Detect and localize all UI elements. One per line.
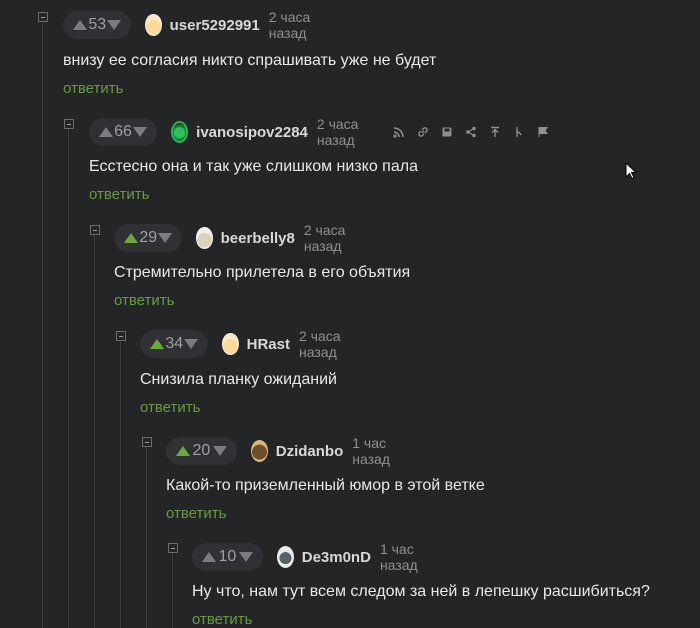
comment-header: 53 user5292991 2 часа назад — [63, 9, 330, 41]
username[interactable]: Dzidanbo — [276, 443, 344, 460]
avatar[interactable] — [171, 121, 189, 143]
link-tree-icon[interactable] — [387, 125, 411, 139]
timestamp[interactable]: 2 часа назад — [304, 222, 365, 254]
jump-up-icon[interactable] — [483, 125, 507, 139]
downvote-icon[interactable] — [107, 20, 122, 30]
score: 10 — [218, 548, 237, 565]
thread-line[interactable] — [146, 444, 147, 628]
collapse-toggle[interactable] — [64, 119, 74, 129]
collapse-toggle[interactable] — [142, 437, 152, 447]
vote-widget: 20 — [166, 437, 237, 465]
avatar[interactable] — [250, 440, 268, 462]
comment-header: 10 De3m0nD 1 час назад — [192, 541, 438, 573]
reply-link[interactable]: ответить — [192, 611, 252, 628]
username[interactable]: De3m0nD — [302, 549, 371, 566]
downvote-icon[interactable] — [158, 233, 173, 243]
username[interactable]: beerbelly8 — [221, 230, 295, 247]
upvote-icon[interactable] — [150, 339, 164, 349]
vote-widget: 10 — [192, 543, 263, 571]
downvote-icon[interactable] — [212, 446, 227, 456]
save-icon[interactable] — [435, 125, 459, 139]
comment-text: Ну что, нам тут всем следом за ней в леп… — [192, 583, 650, 600]
thread-line[interactable] — [42, 19, 43, 628]
avatar[interactable] — [196, 227, 213, 249]
comments-thread: 53 user5292991 2 часа назад внизу ее сог… — [0, 0, 700, 628]
comment-header: 20 Dzidanbo 1 час назад — [166, 435, 410, 467]
timestamp[interactable]: 2 часа назад — [269, 9, 330, 41]
timestamp[interactable]: 1 час назад — [352, 435, 410, 467]
comment-header: 66 ivanosipov2284 2 часа назад — [89, 116, 555, 148]
collapse-toggle[interactable] — [116, 331, 126, 341]
comment-tools — [387, 125, 555, 139]
vote-widget: 66 — [89, 118, 158, 146]
vote-widget: 34 — [140, 330, 209, 358]
timestamp[interactable]: 2 часа назад — [317, 116, 378, 148]
timestamp[interactable]: 2 часа назад — [299, 328, 360, 360]
downvote-icon[interactable] — [184, 339, 199, 349]
vote-widget: 29 — [114, 224, 183, 252]
vote-widget: 53 — [63, 11, 132, 39]
upvote-icon[interactable] — [202, 552, 216, 562]
collapse-toggle[interactable] — [38, 12, 48, 22]
reply-link[interactable]: ответить — [89, 186, 149, 203]
comment-header: 29 beerbelly8 2 часа назад — [114, 222, 365, 254]
username[interactable]: user5292991 — [170, 17, 260, 34]
avatar[interactable] — [145, 14, 162, 36]
score: 20 — [192, 442, 211, 459]
comment-text: внизу ее согласия никто спрашивать уже н… — [63, 52, 437, 69]
reply-link[interactable]: ответить — [63, 80, 123, 97]
thread-line[interactable] — [172, 550, 173, 628]
score: 34 — [165, 335, 184, 352]
avatar[interactable] — [276, 546, 294, 568]
thread-line[interactable] — [120, 338, 121, 628]
upvote-icon[interactable] — [124, 233, 138, 243]
comment-text: Снизила планку ожиданий — [140, 371, 337, 388]
downvote-icon[interactable] — [238, 552, 253, 562]
timestamp[interactable]: 1 час назад — [380, 541, 438, 573]
reply-link[interactable]: ответить — [114, 292, 174, 309]
username[interactable]: ivanosipov2284 — [196, 124, 308, 141]
collapse-toggle[interactable] — [168, 543, 178, 553]
upvote-icon[interactable] — [176, 446, 190, 456]
branch-icon[interactable] — [507, 125, 531, 139]
share-icon[interactable] — [459, 125, 483, 139]
score: 53 — [88, 16, 107, 33]
reply-link[interactable]: ответить — [140, 399, 200, 416]
reply-link[interactable]: ответить — [166, 505, 226, 522]
comment-text: Какой-то приземленный юмор в этой ветке — [166, 477, 485, 494]
score: 29 — [139, 229, 158, 246]
comment-header: 34 HRast 2 часа назад — [140, 328, 360, 360]
comment-text: Стремительно прилетела в его объятия — [114, 264, 411, 281]
upvote-icon[interactable] — [99, 127, 113, 137]
avatar[interactable] — [222, 333, 239, 355]
score: 66 — [114, 123, 132, 140]
link-icon[interactable] — [411, 125, 435, 139]
mouse-cursor-icon — [625, 162, 637, 180]
report-flag-icon[interactable] — [531, 125, 555, 139]
username[interactable]: HRast — [247, 336, 290, 353]
upvote-icon[interactable] — [73, 20, 87, 30]
downvote-icon[interactable] — [133, 127, 148, 137]
collapse-toggle[interactable] — [90, 225, 100, 235]
comment-text: Есстесно она и так уже слишком низко пал… — [89, 158, 418, 175]
thread-line[interactable] — [68, 126, 69, 628]
thread-line[interactable] — [94, 232, 95, 628]
